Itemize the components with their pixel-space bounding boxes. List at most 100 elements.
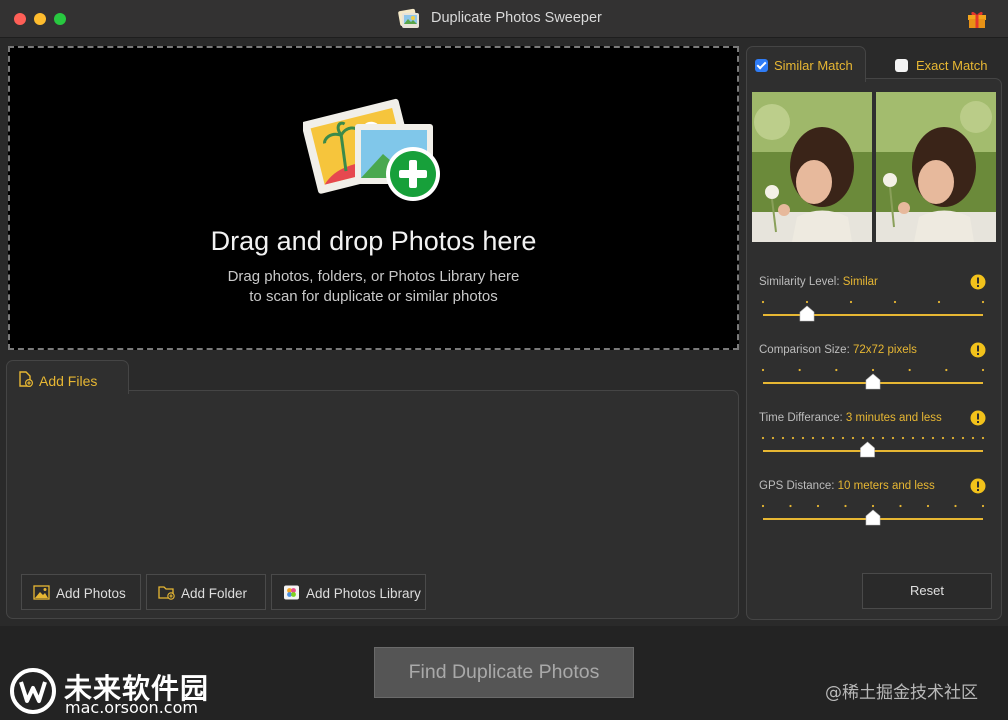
slider-tick [961, 436, 965, 440]
similar-match-label[interactable]: Similar Match [774, 58, 853, 73]
slider-tick [881, 436, 885, 440]
comparison-size-value: 72x72 pixels [852, 344, 917, 356]
exact-match-checkbox[interactable] [895, 59, 908, 72]
folder-add-icon [158, 586, 175, 600]
slider-tick [871, 368, 875, 372]
slider-tick [945, 368, 948, 372]
slider-tick [821, 436, 825, 440]
slider-tick [849, 300, 853, 304]
drop-zone[interactable]: Drag and drop Photos here Drag photos, f… [8, 46, 739, 350]
slider-knob[interactable] [799, 305, 815, 322]
tab-join [7, 388, 128, 392]
tab-add-files-label: Add Files [39, 373, 98, 389]
slider-tick [901, 436, 905, 440]
slider-tick [926, 504, 930, 508]
slider-tick [816, 504, 820, 508]
add-photos-library-button[interactable]: Add Photos Library [271, 574, 426, 610]
slider-tick [761, 504, 765, 508]
time-difference-name: Time Differance: [759, 412, 846, 424]
slider-tick [908, 368, 911, 372]
slider-tick [781, 436, 785, 440]
similarity-level-value: Similar [842, 276, 878, 288]
slider-tick [798, 368, 801, 372]
photos-library-icon [284, 585, 299, 600]
gps-distance-label: GPS Distance: 10 meters and less [759, 480, 935, 492]
sample-photo-left [752, 92, 872, 242]
slider-tick [899, 504, 902, 508]
add-photos-icon [303, 98, 440, 201]
drop-zone-subtitle: Drag photos, folders, or Photos Library … [227, 268, 520, 285]
slider-knob[interactable] [860, 441, 875, 458]
drop-zone-title: Drag and drop Photos here [210, 226, 537, 256]
tab-join [747, 76, 865, 81]
title-bar: Duplicate Photos Sweeper [0, 0, 1008, 38]
drop-zone-subtitle-2: to scan for duplicate or similar photos [249, 288, 498, 305]
slider-knob[interactable] [865, 373, 881, 390]
slider-tick [801, 436, 805, 440]
slider-tick [844, 504, 847, 508]
photo-icon [33, 585, 50, 600]
slider-tick [941, 436, 945, 440]
similarity-level-name: Similarity Level: [759, 276, 843, 288]
exact-match-label[interactable]: Exact Match [916, 58, 988, 73]
slider-tick [805, 300, 809, 304]
slider-tick [761, 368, 765, 372]
slider-tick [981, 436, 985, 440]
slider-tick [981, 368, 985, 372]
gps-distance-slider[interactable] [760, 501, 986, 531]
gift-icon[interactable] [966, 8, 988, 30]
slider-tick [931, 436, 935, 440]
minimize-window-button[interactable] [34, 13, 46, 25]
add-photos-library-label: Add Photos Library [306, 586, 421, 601]
warning-icon[interactable] [970, 478, 986, 494]
slider-tick [937, 300, 941, 304]
slider-tick [835, 368, 838, 372]
comparison-size-slider[interactable] [760, 365, 986, 395]
reset-button[interactable]: Reset [862, 573, 992, 609]
slider-tick [761, 300, 765, 304]
time-difference-label: Time Differance: 3 minutes and less [759, 412, 942, 424]
window-title: Duplicate Photos Sweeper [431, 10, 602, 26]
add-photos-label: Add Photos [56, 586, 126, 601]
slider-tick [861, 436, 865, 440]
warning-icon[interactable] [970, 410, 986, 426]
similar-match-checkbox[interactable] [755, 59, 768, 72]
similarity-level-label: Similarity Level: Similar [759, 276, 878, 288]
comparison-size-name: Comparison Size: [759, 344, 853, 356]
time-difference-value: 3 minutes and less [845, 412, 942, 424]
watermark-right: @稀土掘金技术社区 [825, 683, 978, 703]
slider-tick [771, 436, 775, 440]
slider-tick [921, 436, 925, 440]
slider-tick [841, 436, 845, 440]
slider-tick [789, 504, 792, 508]
slider-tick [951, 436, 955, 440]
slider-tick [871, 504, 875, 508]
slider-tick [891, 436, 895, 440]
zoom-window-button[interactable] [54, 13, 66, 25]
comparison-size-label: Comparison Size: 72x72 pixels [759, 344, 917, 356]
gps-distance-value: 10 meters and less [837, 480, 935, 492]
close-window-button[interactable] [14, 13, 26, 25]
slider-tick [911, 436, 915, 440]
slider-knob[interactable] [865, 509, 881, 526]
time-difference-slider[interactable] [760, 433, 986, 463]
slider-tick [761, 436, 765, 440]
warning-icon[interactable] [970, 342, 986, 358]
add-file-icon [19, 371, 33, 387]
gps-distance-name: GPS Distance: [759, 480, 838, 492]
add-folder-button[interactable]: Add Folder [146, 574, 266, 610]
slider-tick [871, 436, 875, 440]
add-folder-label: Add Folder [181, 586, 248, 601]
slider-tick [893, 300, 897, 304]
watermark-logo [10, 668, 56, 714]
slider-tick [831, 436, 835, 440]
similarity-level-slider[interactable] [760, 297, 986, 327]
slider-tick [971, 436, 975, 440]
app-window: Duplicate Photos Sweeper Drag and drop P… [0, 0, 1008, 720]
slider-tick [954, 504, 957, 508]
find-duplicate-photos-button[interactable]: Find Duplicate Photos [374, 647, 634, 698]
slider-tick [791, 436, 795, 440]
add-photos-button[interactable]: Add Photos [21, 574, 141, 610]
slider-tick [851, 436, 855, 440]
warning-icon[interactable] [970, 274, 986, 290]
